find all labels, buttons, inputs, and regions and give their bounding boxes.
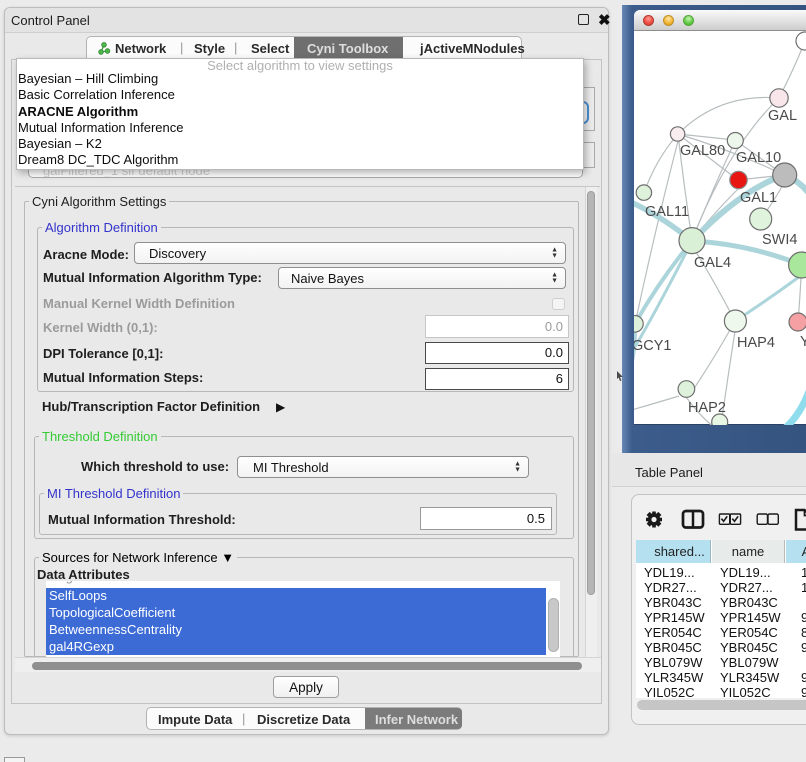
svg-text:GAL11: GAL11: [645, 204, 689, 220]
svg-text:GAL: GAL: [768, 108, 797, 124]
svg-text:GCY1: GCY1: [634, 338, 672, 354]
svg-text:GAL1: GAL1: [740, 190, 777, 206]
svg-text:GAL80: GAL80: [680, 143, 725, 159]
svg-text:GAL4: GAL4: [694, 255, 731, 271]
svg-text:HAP4: HAP4: [737, 335, 775, 351]
svg-text:GAL10: GAL10: [736, 150, 781, 166]
svg-text:HAP2: HAP2: [688, 400, 726, 416]
svg-text:Y: Y: [800, 334, 806, 350]
svg-text:SWI4: SWI4: [762, 232, 797, 248]
